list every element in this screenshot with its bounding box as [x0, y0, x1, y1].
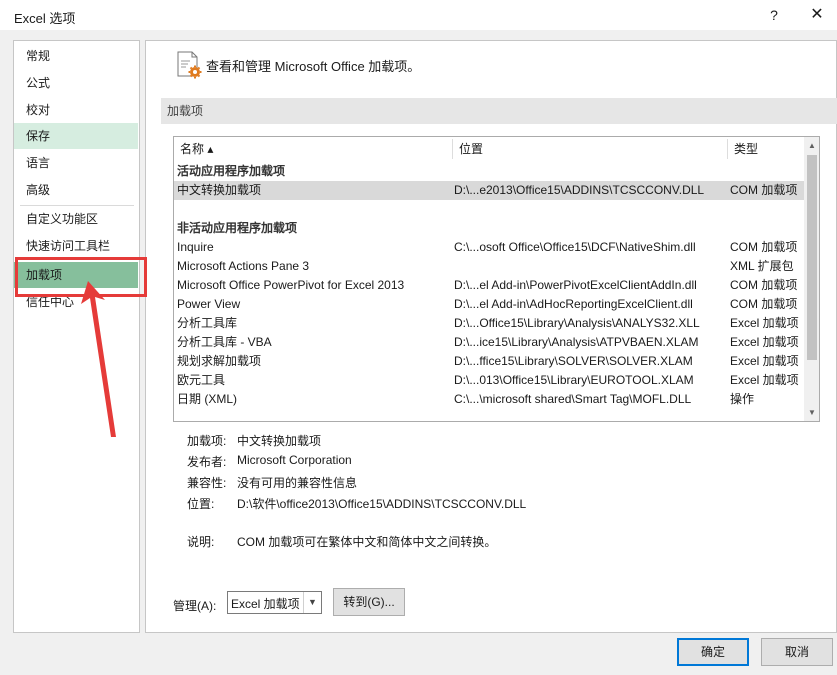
addin-settings-icon — [177, 51, 202, 79]
addin-name: 中文转换加载项 — [177, 183, 262, 197]
detail-desc-value: COM 加载项可在繁体中文和简体中文之间转换。 — [237, 535, 497, 549]
section-title: 加载项 — [161, 98, 837, 124]
addin-type: XML 扩展包 — [730, 259, 794, 273]
sidebar-item-quick-access-toolbar[interactable]: 快速访问工具栏 — [14, 233, 138, 259]
addin-location: D:\...Office15\Library\Analysis\ANALYS32… — [454, 316, 700, 330]
addin-type: COM 加载项 — [730, 297, 798, 311]
table-row[interactable]: Microsoft Office PowerPivot for Excel 20… — [174, 276, 804, 295]
sidebar-item-advanced[interactable]: 高级 — [14, 177, 138, 203]
addin-location: C:\...osoft Office\Office15\DCF\NativeSh… — [454, 240, 696, 254]
column-header-location[interactable]: 位置 — [453, 137, 727, 161]
addin-location: D:\...el Add-in\PowerPivotExcelClientAdd… — [454, 278, 697, 292]
addin-location: D:\...e2013\Office15\ADDINS\TCSCCONV.DLL — [454, 183, 705, 197]
detail-location-label: 位置: — [187, 497, 215, 511]
addin-name: 分析工具库 — [177, 316, 238, 330]
detail-location-value: D:\软件\office2013\Office15\ADDINS\TCSCCON… — [237, 497, 527, 511]
scroll-down-icon[interactable]: ▼ — [804, 404, 819, 421]
ok-button[interactable]: 确定 — [677, 638, 749, 666]
table-row[interactable]: 中文转换加载项 D:\...e2013\Office15\ADDINS\TCSC… — [174, 181, 804, 200]
addins-panel: 查看和管理 Microsoft Office 加载项。 加载项 名称 ▴ 位置 … — [145, 40, 837, 633]
addin-name: 分析工具库 - VBA — [177, 335, 272, 349]
addin-location: D:\...ice15\Library\Analysis\ATPVBAEN.XL… — [454, 335, 699, 349]
addin-name: Microsoft Office PowerPivot for Excel 20… — [177, 278, 405, 292]
addin-type: Excel 加载项 — [730, 335, 799, 349]
excel-options-dialog: Excel 选项 ? ✕ 常规 公式 校对 保存 语言 高级 自定义功能区 快速… — [0, 0, 837, 675]
scroll-up-icon[interactable]: ▲ — [804, 137, 819, 154]
detail-compat-label: 兼容性: — [187, 476, 227, 490]
manage-selected-value: Excel 加载项 — [231, 597, 300, 611]
addin-location: D:\...ffice15\Library\SOLVER\SOLVER.XLAM — [454, 354, 693, 368]
page-title: 查看和管理 Microsoft Office 加载项。 — [206, 59, 421, 74]
group-title: 活动应用程序加载项 — [177, 164, 286, 178]
table-row[interactable]: 日期 (XML) C:\...\microsoft shared\Smart T… — [174, 390, 804, 409]
options-sidebar: 常规 公式 校对 保存 语言 高级 自定义功能区 快速访问工具栏 加载项 信任中… — [13, 40, 140, 633]
addin-name: 欧元工具 — [177, 373, 226, 387]
go-button[interactable]: 转到(G)... — [333, 588, 405, 616]
list-header: 名称 ▴ 位置 类型 — [174, 137, 804, 161]
addin-type: Excel 加载项 — [730, 373, 799, 387]
addin-name: Inquire — [177, 240, 214, 254]
detail-compat-value: 没有可用的兼容性信息 — [237, 476, 358, 490]
manage-dropdown[interactable]: Excel 加载项 ▼ — [227, 591, 322, 614]
close-icon[interactable]: ✕ — [802, 4, 832, 26]
addin-location: C:\...\microsoft shared\Smart Tag\MOFL.D… — [454, 392, 692, 406]
table-row[interactable]: 分析工具库 - VBA D:\...ice15\Library\Analysis… — [174, 333, 804, 352]
addin-type: COM 加载项 — [730, 183, 798, 197]
detail-desc-label: 说明: — [187, 535, 215, 549]
window-title: Excel 选项 — [14, 11, 76, 26]
help-button[interactable]: ? — [762, 4, 786, 26]
addin-type: Excel 加载项 — [730, 316, 799, 330]
addin-location: D:\...013\Office15\Library\EUROTOOL.XLAM — [454, 373, 694, 387]
table-row[interactable]: Microsoft Actions Pane 3 XML 扩展包 — [174, 257, 804, 276]
sidebar-item-customize-ribbon[interactable]: 自定义功能区 — [14, 206, 138, 232]
sidebar-item-save[interactable]: 保存 — [14, 123, 138, 149]
sidebar-item-language[interactable]: 语言 — [14, 150, 138, 176]
sidebar-item-formulas[interactable]: 公式 — [14, 70, 138, 96]
addin-type: COM 加载项 — [730, 240, 798, 254]
detail-addin-value: 中文转换加载项 — [237, 434, 322, 448]
cancel-button[interactable]: 取消 — [761, 638, 833, 666]
detail-publisher-label: 发布者: — [187, 455, 227, 469]
group-header-active: 活动应用程序加载项 — [174, 162, 804, 181]
addin-type: Excel 加载项 — [730, 354, 799, 368]
addin-location: D:\...el Add-in\AdHocReportingExcelClien… — [454, 297, 693, 311]
detail-addin-label: 加载项: — [187, 434, 227, 448]
addin-type: 操作 — [730, 392, 755, 406]
addin-type: COM 加载项 — [730, 278, 798, 292]
addin-name: Power View — [177, 297, 241, 311]
table-row[interactable]: 欧元工具 D:\...013\Office15\Library\EUROTOOL… — [174, 371, 804, 390]
addin-name: 规划求解加载项 — [177, 354, 262, 368]
scrollbar-thumb[interactable] — [807, 155, 817, 360]
sidebar-item-general[interactable]: 常规 — [14, 43, 138, 69]
table-row[interactable]: 分析工具库 D:\...Office15\Library\Analysis\AN… — [174, 314, 804, 333]
table-row[interactable]: Power View D:\...el Add-in\AdHocReportin… — [174, 295, 804, 314]
table-row[interactable]: Inquire C:\...osoft Office\Office15\DCF\… — [174, 238, 804, 257]
sidebar-item-proofing[interactable]: 校对 — [14, 97, 138, 123]
table-row[interactable]: 规划求解加载项 D:\...ffice15\Library\SOLVER\SOL… — [174, 352, 804, 371]
addin-list[interactable]: 名称 ▴ 位置 类型 活动应用程序加载项 中文转换加载项 D:\...e2013… — [173, 136, 820, 422]
addin-name: 日期 (XML) — [177, 392, 238, 406]
column-header-name[interactable]: 名称 ▴ — [174, 137, 452, 161]
annotation-highlight-box — [15, 257, 147, 297]
list-scrollbar[interactable]: ▲ ▼ — [804, 137, 819, 421]
title-bar: Excel 选项 ? ✕ — [0, 0, 837, 30]
detail-publisher-value: Microsoft Corporation — [237, 453, 352, 467]
column-header-type[interactable]: 类型 — [728, 137, 804, 161]
addin-name: Microsoft Actions Pane 3 — [177, 259, 310, 273]
group-title: 非活动应用程序加载项 — [177, 221, 298, 235]
group-header-inactive: 非活动应用程序加载项 — [174, 219, 804, 238]
manage-label: 管理(A): — [173, 599, 217, 613]
dropdown-arrow-icon[interactable]: ▼ — [303, 592, 321, 613]
